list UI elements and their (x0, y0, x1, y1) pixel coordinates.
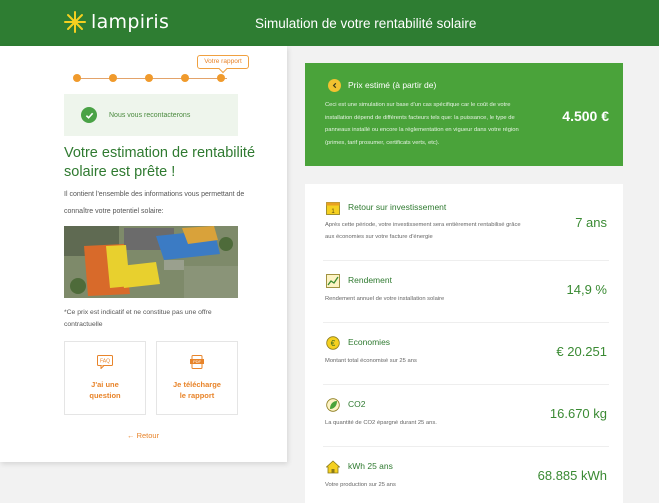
kwh-description: Votre production sur 25 ans (325, 482, 396, 488)
price-value: 4.500 € (562, 108, 609, 124)
calendar-icon: 1 (326, 202, 340, 215)
checkmark-icon (81, 107, 97, 123)
yield-description: Rendement annuel de votre installation s… (325, 296, 445, 302)
house-icon (326, 460, 340, 474)
euro-coin-icon (328, 79, 341, 92)
yield-title: Rendement (348, 275, 392, 285)
roi-description: Après cette période, votre investissemen… (325, 222, 521, 240)
result-row-roi: 1 Retour sur investissement Après cette … (323, 199, 609, 261)
result-row-kwh: kWh 25 ans Votre production sur 25 ans 6… (323, 447, 609, 503)
top-header: lampiris Simulation de votre rentabilité… (0, 0, 659, 46)
back-link[interactable]: ← Retour (127, 431, 159, 440)
kwh-title: kWh 25 ans (348, 461, 393, 471)
co2-title: CO2 (348, 399, 366, 409)
yield-value: 14,9 % (566, 282, 607, 297)
confirmation-notice: Nous vous recontacterons (64, 94, 238, 136)
roi-value: 7 ans (575, 215, 607, 230)
progress-step-5 (217, 74, 225, 82)
progress-step-3 (145, 74, 153, 82)
co2-description: La quantité de CO2 épargné durant 25 ans… (325, 420, 437, 426)
price-disclaimer: *Ce prix est indicatif et ne constitue p… (64, 309, 212, 328)
sun-logo-icon (64, 11, 86, 33)
progress-step-1 (73, 74, 81, 82)
savings-title: Economies (348, 337, 391, 347)
logo-text: lampiris (91, 11, 170, 33)
result-row-savings: € Economies Montant total économisé sur … (323, 323, 609, 385)
price-title: Prix estimé (à partir de) (348, 80, 437, 90)
savings-icon: € (326, 336, 340, 350)
svg-text:PDF: PDF (193, 359, 202, 364)
chart-icon (326, 274, 340, 288)
roof-aerial-image (64, 226, 238, 298)
question-label: J'ai une question (89, 380, 121, 400)
download-report-button[interactable]: PDF Je télécharge le rapport (156, 341, 238, 415)
faq-icon: FAQ (97, 355, 113, 369)
notice-text: Nous vous recontacterons (109, 111, 191, 119)
svg-text:FAQ: FAQ (100, 359, 110, 365)
savings-value: € 20.251 (556, 344, 607, 359)
progress-step-2 (109, 74, 117, 82)
price-description: Ceci est une simulation sur base d'un ca… (325, 102, 519, 146)
leaf-icon (326, 398, 340, 412)
results-card: 1 Retour sur investissement Après cette … (305, 184, 623, 503)
lampiris-logo[interactable]: lampiris (64, 11, 169, 33)
result-row-co2: CO2 La quantité de CO2 épargné durant 25… (323, 385, 609, 447)
progress-step-4 (181, 74, 189, 82)
step-tooltip: Votre rapport (197, 55, 249, 69)
download-report-label: Je télécharge le rapport (173, 380, 221, 400)
estimate-heading: Votre estimation de rentabilité solaire … (64, 145, 256, 180)
roi-title: Retour sur investissement (348, 202, 447, 212)
result-row-yield: Rendement Rendement annuel de votre inst… (323, 261, 609, 323)
question-button[interactable]: FAQ J'ai une question (64, 341, 146, 415)
co2-value: 16.670 kg (549, 406, 607, 421)
savings-description: Montant total économisé sur 25 ans (325, 358, 417, 364)
svg-text:€: € (331, 339, 336, 348)
page-title: Simulation de votre rentabilité solaire (255, 16, 477, 31)
estimate-description: Il contient l'ensemble des informations … (64, 191, 245, 215)
pdf-download-icon: PDF (190, 355, 204, 369)
kwh-value: 68.885 kWh (537, 468, 607, 483)
price-card: Prix estimé (à partir de) Ceci est une s… (305, 63, 623, 166)
